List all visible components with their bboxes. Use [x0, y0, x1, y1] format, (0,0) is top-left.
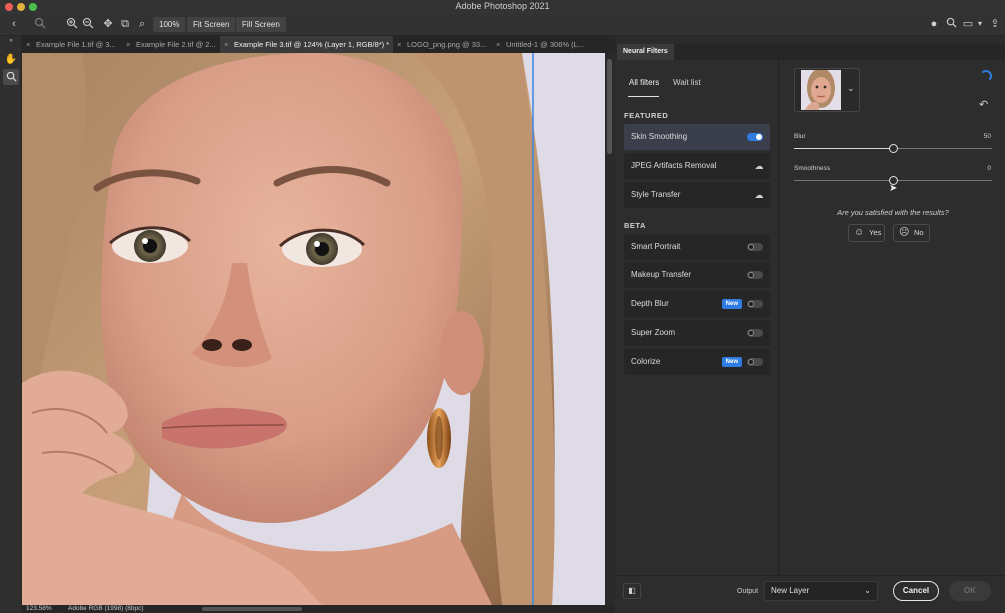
blur-slider-fill [794, 148, 893, 149]
document-canvas[interactable] [22, 53, 605, 605]
document-tab-3-active[interactable]: × Example File 3.tif @ 124% (Layer 1, RGB… [220, 36, 393, 53]
featured-section-title: FEATURED [624, 111, 669, 120]
options-bar: ‹ ✥ ⧉ ⌕ 100% Fit Screen Fill Screen ● ▭ … [0, 14, 1005, 36]
app-title: Adobe Photoshop 2021 [455, 1, 550, 11]
fit-screen-button[interactable]: Fit Screen [187, 17, 236, 32]
scrubby-zoom-icon[interactable]: ⌕ [135, 17, 149, 31]
yes-button[interactable]: ☺ Yes [848, 224, 885, 242]
chevron-down-icon: ⌄ [864, 586, 871, 595]
blur-slider-handle[interactable] [889, 144, 898, 153]
output-label: Output [737, 588, 759, 595]
collapse-tools-icon[interactable]: » [3, 37, 19, 45]
show-preview-icon[interactable]: ◧ [623, 583, 641, 599]
smoothness-slider[interactable] [794, 176, 992, 185]
zoom-percent-button[interactable]: 100% [153, 17, 186, 32]
beta-section-title: BETA [624, 221, 646, 230]
skin-smoothing-toggle[interactable] [747, 133, 763, 141]
document-tab-2[interactable]: × Example File 2.tif @ 2... [122, 36, 220, 53]
canvas-vertical-scrollbar[interactable] [605, 53, 615, 605]
close-tab-icon[interactable]: × [496, 36, 500, 53]
smoothness-label: Smoothness [794, 165, 831, 172]
reference-image-selector[interactable]: ⌄ [794, 68, 860, 112]
search-icon[interactable] [944, 17, 958, 31]
neural-filters-tab[interactable]: Neural Filters [617, 44, 674, 60]
resize-windows-icon[interactable]: ✥ [101, 17, 115, 31]
filter-row-style-transfer[interactable]: Style Transfer ☁ [624, 182, 770, 208]
filter-row-depth-blur[interactable]: Depth Blur New [624, 291, 770, 317]
chevron-down-icon[interactable]: ⌄ [847, 83, 855, 94]
zoom-out-icon[interactable] [81, 17, 95, 31]
colorize-toggle[interactable] [747, 358, 763, 366]
new-badge: New [721, 299, 742, 309]
blur-value[interactable]: 50 [960, 133, 991, 140]
smart-portrait-toggle[interactable] [747, 243, 763, 251]
cloud-download-icon[interactable]: ☁ [754, 161, 764, 171]
title-bar: Adobe Photoshop 2021 [0, 0, 1005, 14]
share-icon[interactable]: ⇪ [988, 17, 1002, 31]
filter-row-smart-portrait[interactable]: Smart Portrait [624, 234, 770, 260]
document-tab-5[interactable]: × Untitled-1 @ 306% (L... [492, 36, 615, 53]
document-tabs: × Example File 1.tif @ 3... × Example File… [22, 36, 615, 53]
filter-row-skin-smoothing[interactable]: Skin Smoothing [624, 124, 770, 150]
fill-screen-button[interactable]: Fill Screen [236, 17, 286, 32]
document-profile[interactable]: Adobe RGB (1998) (8bpc) [68, 605, 144, 613]
cancel-button[interactable]: Cancel [893, 581, 939, 601]
document-tab-1[interactable]: × Example File 1.tif @ 3... [22, 36, 122, 53]
portrait-photo [22, 53, 605, 605]
smoothness-value[interactable]: 0 [960, 165, 991, 172]
tab-all-filters[interactable]: All filters [629, 78, 659, 87]
workspace-chevron-icon[interactable]: ▾ [973, 17, 987, 31]
ok-button[interactable]: OK [949, 581, 991, 601]
tools-panel: » ✋ [0, 36, 22, 613]
loading-spinner-icon [980, 70, 992, 82]
satisfaction-question: Are you satisfied with the results? [837, 208, 949, 217]
new-badge: New [721, 357, 742, 367]
zoom-tool-icon [33, 17, 47, 31]
no-button[interactable]: ☹ No [893, 224, 930, 242]
zoom-all-windows-icon[interactable]: ⧉ [118, 17, 132, 31]
status-bar: 123.58% Adobe RGB (1998) (8bpc) [22, 605, 615, 613]
back-chevron-icon[interactable]: ‹ [7, 17, 21, 31]
super-zoom-toggle[interactable] [747, 329, 763, 337]
document-tab-4[interactable]: × LOGO_png.png @ 33... [393, 36, 492, 53]
close-tab-icon[interactable]: × [26, 36, 30, 53]
zoom-in-icon[interactable] [65, 17, 79, 31]
neural-filters-header: Neural Filters [615, 44, 1005, 60]
close-tab-icon[interactable]: × [224, 36, 228, 53]
depth-blur-toggle[interactable] [747, 300, 763, 308]
close-tab-icon[interactable]: × [397, 36, 401, 53]
frown-icon: ☹ [899, 227, 910, 238]
scrollbar-thumb[interactable] [607, 59, 612, 154]
cloud-download-icon[interactable]: ☁ [754, 190, 764, 200]
blur-slider[interactable] [794, 144, 992, 153]
filter-row-jpeg-artifacts[interactable]: JPEG Artifacts Removal ☁ [624, 153, 770, 179]
filter-row-super-zoom[interactable]: Super Zoom [624, 320, 770, 346]
horizontal-scroll-thumb[interactable] [202, 607, 302, 611]
makeup-transfer-toggle[interactable] [747, 271, 763, 279]
cloud-user-icon[interactable]: ● [927, 17, 941, 31]
blur-label: Blur [794, 133, 806, 140]
filter-row-colorize[interactable]: Colorize New [624, 349, 770, 375]
hand-tool-icon[interactable]: ✋ [3, 52, 19, 68]
close-tab-icon[interactable]: × [126, 36, 130, 53]
tab-wait-list[interactable]: Wait list [673, 78, 701, 87]
zoom-readout[interactable]: 123.58% [26, 605, 52, 613]
filter-row-makeup-transfer[interactable]: Makeup Transfer [624, 262, 770, 288]
reference-thumbnail [801, 70, 841, 110]
mouse-cursor-icon: ➤ [889, 183, 898, 194]
smile-icon: ☺ [854, 227, 865, 238]
output-select[interactable]: New Layer ⌄ [764, 581, 878, 601]
zoom-tool-button[interactable] [3, 69, 19, 85]
reset-icon[interactable]: ↶ [979, 98, 988, 111]
active-tab-indicator [628, 96, 659, 97]
